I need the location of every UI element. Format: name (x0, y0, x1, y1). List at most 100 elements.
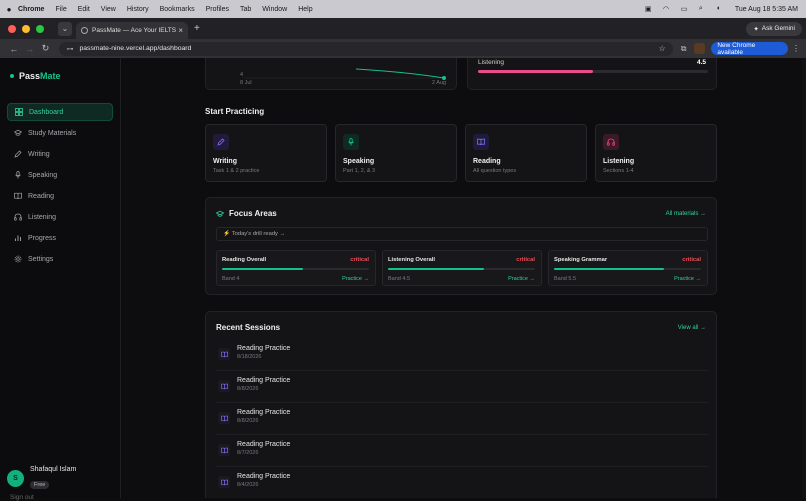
session-row[interactable]: Reading Practice 8/7/2026 (216, 435, 708, 467)
ask-gemini-button[interactable]: ✦ Ask Gemini (746, 21, 802, 36)
close-window-button[interactable] (8, 24, 16, 33)
session-date: 8/4/2026 (237, 482, 259, 488)
practice-link[interactable]: Practice → (342, 276, 369, 282)
menu-edit[interactable]: Edit (78, 6, 90, 13)
user-profile[interactable]: S Shafaqul Islam Free (7, 466, 76, 491)
session-row[interactable]: Reading Practice 8/8/2026 (216, 403, 708, 435)
headphones-icon (14, 213, 22, 221)
url-text[interactable]: passmate-nine.vercel.app/dashboard (79, 45, 191, 52)
menu-bookmarks[interactable]: Bookmarks (160, 6, 195, 13)
practice-card-speaking[interactable]: Speaking Part 1, 2, & 3 (335, 124, 457, 182)
recent-sessions-card: Recent Sessions View all → Reading Pract… (205, 311, 717, 498)
site-info-icon[interactable]: ⊶ (66, 45, 73, 53)
focus-area-speaking-grammar[interactable]: Speaking Grammar critical Band 5.5 Pract… (548, 250, 708, 286)
user-name: Shafaqul Islam (30, 466, 77, 473)
back-button[interactable]: ← (6, 44, 22, 54)
pen-icon (14, 150, 22, 158)
practice-card-reading[interactable]: Reading All question types (465, 124, 587, 182)
session-row[interactable]: Reading Practice 8/18/2026 (216, 339, 708, 371)
control-center-icon[interactable]: ◐ (717, 5, 725, 13)
todays-drill-button[interactable]: ⚡ Today's drill ready → (216, 227, 708, 241)
page-scrollbar[interactable] (802, 58, 806, 498)
browser-tab[interactable]: PassMate — Ace Your IELTS ○ × (76, 22, 188, 39)
focus-area-reading[interactable]: Reading Overall critical Band 4 Practice… (216, 250, 376, 286)
session-name: Reading Practice (237, 441, 291, 448)
new-tab-button[interactable]: + (194, 23, 200, 34)
sidebar-item-speaking[interactable]: Speaking (7, 166, 113, 184)
listening-label: Listening (478, 59, 505, 66)
mic-icon (15, 171, 21, 179)
sidebar-item-label: Settings (28, 255, 54, 263)
minimize-window-button[interactable] (22, 24, 30, 33)
menu-file[interactable]: File (55, 6, 66, 13)
focus-area-level: critical (516, 257, 535, 263)
new-chrome-button[interactable]: New Chrome available (711, 42, 789, 56)
wifi-icon[interactable]: ◠ (663, 5, 671, 13)
reload-button[interactable]: ↻ (38, 43, 54, 54)
book-icon (218, 412, 230, 424)
main-content: 4 8 Jul 2 Aug Listening 4.5 Start Practi… (121, 58, 806, 498)
practice-card-writing[interactable]: Writing Task 1 & 2 practice (205, 124, 327, 182)
sidebar-item-label: Listening (28, 213, 57, 221)
forward-button[interactable]: → (22, 44, 38, 54)
sidebar-item-settings[interactable]: Settings (7, 250, 113, 268)
practice-link[interactable]: Practice → (508, 276, 535, 282)
favicon-icon (81, 27, 88, 34)
menu-history[interactable]: History (127, 6, 149, 13)
focus-area-band: Band 4 (222, 276, 240, 282)
book-icon (218, 476, 230, 488)
sidebar-item-reading[interactable]: Reading (7, 187, 113, 205)
focus-area-bar-fill (388, 268, 484, 270)
practice-link[interactable]: Practice → (674, 276, 701, 282)
tab-search-button[interactable]: ⌄ (58, 21, 72, 36)
menu-view[interactable]: View (101, 6, 116, 13)
menu-help[interactable]: Help (298, 6, 312, 13)
practice-subtitle: Task 1 & 2 practice (213, 168, 260, 174)
logo-dot-icon (10, 74, 14, 78)
focus-area-bar (222, 268, 369, 270)
sidebar-item-study-materials[interactable]: Study Materials (7, 124, 113, 142)
brand-logo[interactable]: Pass Mate (10, 71, 61, 81)
grid-icon (15, 108, 23, 116)
chart-icon (15, 235, 21, 241)
sidebar-item-writing[interactable]: Writing (7, 145, 113, 163)
profile-avatar[interactable] (694, 43, 706, 54)
sidebar-item-label: Reading (28, 192, 55, 200)
focus-area-name: Listening Overall (388, 257, 436, 263)
address-bar[interactable]: ⊶ passmate-nine.vercel.app/dashboard ☆ (59, 41, 673, 56)
focus-area-listening[interactable]: Listening Overall critical Band 4.5 Prac… (382, 250, 542, 286)
practice-card-listening[interactable]: Listening Sections 1-4 (595, 124, 717, 182)
trend-chart (244, 68, 446, 80)
focus-area-band: Band 4.5 (388, 276, 411, 282)
sidebar-item-listening[interactable]: Listening (7, 208, 113, 226)
menu-window[interactable]: Window (262, 6, 287, 13)
zoom-window-button[interactable] (36, 24, 44, 33)
recent-sessions-title: Recent Sessions (216, 323, 281, 332)
sidebar-item-dashboard[interactable]: Dashboard (7, 103, 113, 121)
axis-value: 4 (240, 72, 244, 78)
status-icon[interactable]: ▣ (645, 5, 653, 13)
book-icon (477, 138, 485, 146)
all-materials-link[interactable]: All materials → (666, 211, 706, 217)
practice-title: Reading (473, 158, 501, 165)
menu-profiles[interactable]: Profiles (206, 6, 229, 13)
focus-area-bar-fill (222, 268, 303, 270)
sidebar-item-progress[interactable]: Progress (7, 229, 113, 247)
view-all-link[interactable]: View all → (678, 325, 706, 331)
practice-icon-box (343, 134, 359, 150)
clock[interactable]: Tue Aug 18 5:35 AM (735, 6, 798, 13)
close-tab-icon[interactable]: × (178, 26, 183, 35)
apple-icon[interactable]: ● (0, 5, 18, 14)
session-row[interactable]: Reading Practice 8/4/2026 (216, 467, 708, 498)
extensions-icon[interactable]: ⧉ (681, 44, 687, 54)
menu-app[interactable]: Chrome (18, 6, 44, 13)
practice-subtitle: Sections 1-4 (603, 168, 634, 174)
bookmark-star-icon[interactable]: ☆ (659, 44, 666, 53)
sidebar-item-label: Speaking (28, 171, 58, 179)
search-icon[interactable]: ⌕ (699, 5, 707, 13)
session-row[interactable]: Reading Practice 8/8/2026 (216, 371, 708, 403)
menu-tab[interactable]: Tab (240, 6, 251, 13)
book-icon (14, 192, 22, 200)
battery-icon[interactable]: ▭ (681, 5, 689, 13)
more-menu-icon[interactable]: ⋮ (792, 44, 800, 53)
